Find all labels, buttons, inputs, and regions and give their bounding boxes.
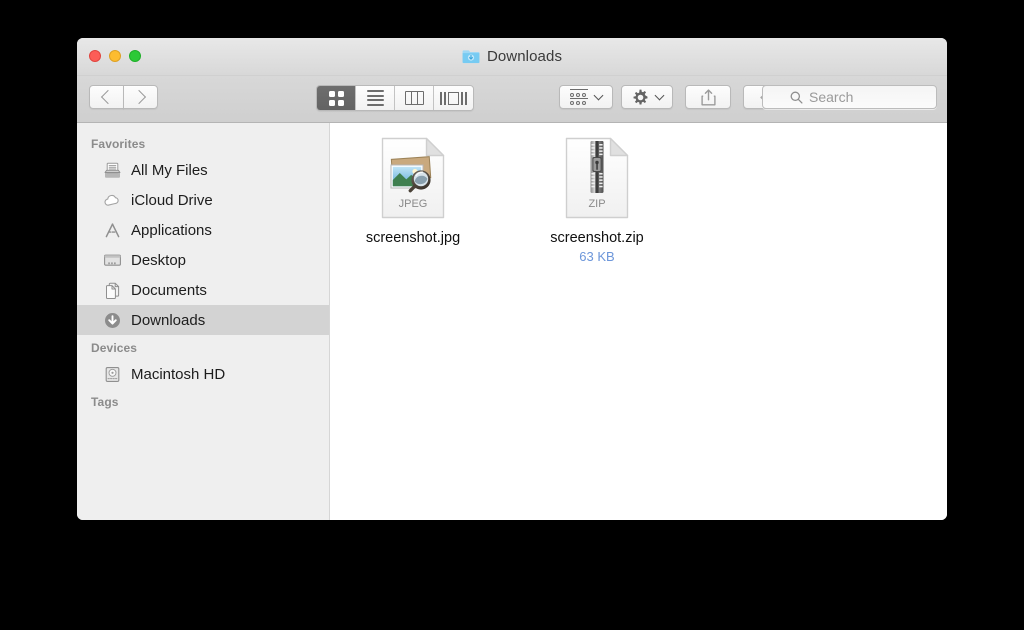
search-placeholder-text: Search	[809, 89, 854, 105]
arrange-button[interactable]	[559, 85, 613, 109]
sidebar-section-header-favorites: Favorites	[91, 137, 146, 151]
arrange-icon	[570, 88, 588, 106]
share-button[interactable]	[685, 85, 731, 109]
finder-toolbar: Search	[77, 76, 947, 123]
chevron-down-icon	[654, 90, 664, 101]
file-kind-label: JPEG	[399, 198, 428, 210]
file-name-label: screenshot.zip	[550, 230, 644, 246]
zip-document-icon: ZIP	[565, 137, 629, 219]
applications-icon	[103, 221, 122, 240]
sidebar-item-label: Macintosh HD	[131, 365, 226, 383]
sidebar-item-applications[interactable]: Applications	[77, 215, 329, 245]
sidebar-item-label: Documents	[131, 281, 207, 299]
file-size-label: 63 KB	[579, 249, 615, 265]
list-view-button[interactable]	[356, 86, 395, 110]
sidebar-item-label: Applications	[131, 221, 212, 239]
forward-button[interactable]	[123, 85, 158, 109]
window-titlebar[interactable]: Downloads	[77, 38, 947, 76]
coverflow-icon	[440, 91, 467, 106]
chevron-down-icon	[593, 90, 604, 101]
file-item[interactable]: JPEG screenshot.jpg	[352, 137, 474, 265]
hard-drive-icon	[103, 365, 122, 384]
list-icon	[366, 90, 384, 106]
sidebar-item-macintosh-hd[interactable]: Macintosh HD	[77, 359, 329, 389]
file-grid: JPEG screenshot.jpg ZIP screenshot.zip 6…	[330, 123, 947, 265]
documents-icon	[103, 281, 122, 300]
sidebar-item-label: iCloud Drive	[131, 191, 213, 209]
downloads-icon	[103, 311, 122, 330]
sidebar-item-label: Desktop	[131, 251, 187, 269]
sidebar-item-downloads[interactable]: Downloads	[77, 305, 329, 335]
search-input[interactable]: Search	[762, 85, 937, 109]
sidebar-item-label: Downloads	[131, 311, 206, 329]
window-title: Downloads	[486, 48, 563, 65]
chevron-left-icon	[100, 89, 116, 105]
desktop-background: Downloads Search Favorites All My Files …	[0, 0, 1024, 630]
sidebar-item-icloud-drive[interactable]: iCloud Drive	[77, 185, 329, 215]
finder-sidebar: Favorites All My Files iCloud Drive Appl…	[77, 123, 330, 520]
sidebar-item-label: All My Files	[131, 161, 208, 179]
all-my-files-icon	[103, 161, 122, 180]
columns-icon	[404, 91, 424, 105]
sidebar-item-documents[interactable]: Documents	[77, 275, 329, 305]
back-button[interactable]	[89, 85, 124, 109]
file-content-area[interactable]: JPEG screenshot.jpg ZIP screenshot.zip 6…	[330, 123, 947, 520]
file-kind-label: ZIP	[588, 198, 605, 210]
file-name-label: screenshot.jpg	[365, 230, 461, 246]
action-menu-button[interactable]	[621, 85, 673, 109]
chevron-right-icon	[131, 89, 147, 105]
finder-window: Downloads Search Favorites All My Files …	[77, 38, 947, 520]
gear-icon	[632, 89, 649, 106]
jpeg-document-icon: JPEG	[381, 137, 445, 219]
sidebar-section-header-devices: Devices	[91, 341, 138, 355]
sidebar-item-all-my-files[interactable]: All My Files	[77, 155, 329, 185]
window-title-group: Downloads	[77, 38, 947, 75]
share-icon	[700, 88, 716, 106]
icon-view-button[interactable]	[317, 86, 356, 110]
downloads-folder-icon	[462, 49, 480, 64]
desktop-icon	[103, 251, 122, 270]
sidebar-item-desktop[interactable]: Desktop	[77, 245, 329, 275]
view-mode-segmented-control	[316, 85, 474, 111]
search-icon	[763, 91, 803, 104]
file-item[interactable]: ZIP screenshot.zip 63 KB	[536, 137, 658, 265]
coverflow-view-button[interactable]	[434, 86, 473, 110]
column-view-button[interactable]	[395, 86, 434, 110]
grid-icon	[328, 90, 344, 106]
icloud-drive-icon	[103, 191, 122, 210]
window-body: Favorites All My Files iCloud Drive Appl…	[77, 123, 947, 520]
sidebar-section-header-tags: Tags	[91, 395, 119, 409]
